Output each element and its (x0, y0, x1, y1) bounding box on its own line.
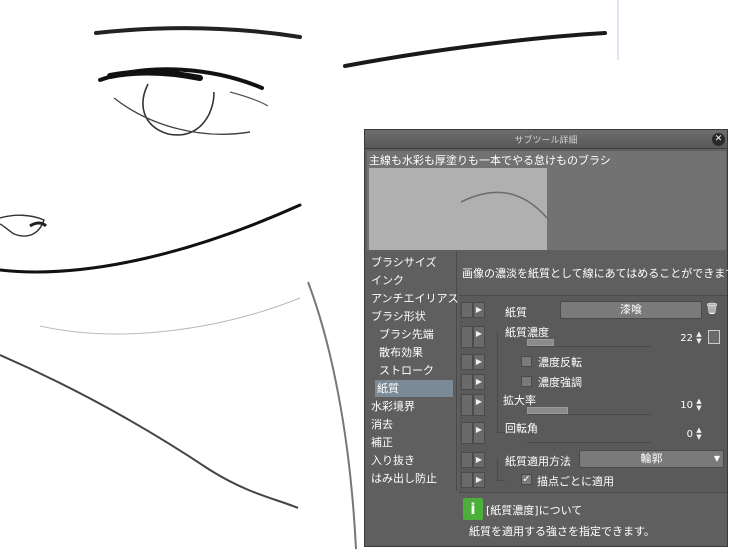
category-item[interactable]: アンチエイリアス (371, 290, 459, 307)
brush-stroke-preview (369, 168, 547, 250)
category-item[interactable]: 消去 (371, 416, 393, 433)
expand-arrow-icon[interactable]: ▶ (473, 354, 485, 370)
category-item[interactable]: ブラシ形状 (371, 308, 426, 325)
close-icon[interactable]: ✕ (712, 133, 725, 146)
density-slider-fill (528, 340, 553, 345)
category-item[interactable]: 水彩境界 (371, 398, 415, 415)
expand-arrow-icon[interactable]: ▶ (473, 326, 485, 348)
scale-slider[interactable] (527, 407, 568, 414)
panel-titlebar[interactable]: サブツール詳細 ✕ (365, 130, 727, 149)
scale-label: 拡大率 (503, 394, 536, 407)
apply-method-label: 紙質適用方法 (505, 455, 571, 468)
eye-lash (107, 69, 203, 81)
expand-arrow-icon[interactable]: ▶ (473, 422, 485, 444)
jaw-line (0, 203, 302, 274)
texture-properties: ▶ 紙質 漆喰 🗑 ▶ 紙質濃度 22 ▲ ▼ ▶ 濃度反転 ▶ 濃度強調 ▶ 拡… (459, 295, 727, 492)
eye-iris (142, 83, 215, 136)
scale-spinner[interactable]: ▲ ▼ (694, 398, 704, 412)
tree-connector (497, 432, 505, 433)
emphasize-checkbox[interactable] (521, 376, 532, 387)
lock-icon[interactable] (461, 374, 473, 390)
rotation-spinner[interactable]: ▲ ▼ (694, 427, 704, 441)
per-dab-checkbox[interactable]: ✓ (521, 474, 532, 485)
help-body: 紙質を適用する強さを指定できます。 (469, 525, 655, 538)
per-dab-label: 描点ごとに適用 (537, 475, 614, 488)
lock-icon[interactable] (461, 422, 473, 444)
lock-icon[interactable] (461, 302, 473, 318)
scale-slider-fill (528, 408, 567, 413)
texture-select[interactable]: 漆喰 (560, 301, 702, 319)
chevron-down-icon: ▼ (713, 454, 720, 463)
slider-baseline (527, 414, 651, 415)
brow-stroke-left (94, 26, 302, 39)
lock-icon[interactable] (461, 472, 473, 488)
invert-checkbox[interactable] (521, 356, 532, 367)
rotation-value: 0 (686, 429, 693, 440)
collar-line (0, 354, 299, 509)
pressure-icon[interactable] (708, 330, 720, 344)
brush-preview: 主線も水彩も厚塗りも一本でやる怠けものブラシ (367, 151, 726, 250)
category-item[interactable]: 紙質 (375, 380, 453, 397)
category-description: 画像の濃淡を紙質として線にあてはめることができます。 (462, 267, 732, 280)
tree-connector (497, 458, 498, 480)
apply-method-select[interactable]: 輪郭 ▼ (579, 450, 724, 468)
density-label: 紙質濃度 (505, 326, 549, 339)
lock-icon[interactable] (461, 394, 473, 416)
help-info-box: i [紙質濃度]について 紙質を適用する強さを指定できます。 (459, 492, 727, 546)
expand-arrow-icon[interactable]: ▶ (473, 302, 485, 318)
category-item[interactable]: ストローク (379, 362, 434, 379)
expand-arrow-icon[interactable]: ▶ (473, 374, 485, 390)
emphasize-label: 濃度強調 (538, 376, 582, 389)
lock-icon[interactable] (461, 326, 473, 348)
lock-icon[interactable] (461, 452, 473, 468)
category-item[interactable]: 入り抜き (371, 452, 415, 469)
expand-arrow-icon[interactable]: ▶ (473, 452, 485, 468)
panel-title: サブツール詳細 (514, 136, 578, 146)
sub-tool-detail-panel: サブツール詳細 ✕ 主線も水彩も厚塗りも一本でやる怠けものブラシ ブラシサイズイ… (364, 129, 732, 547)
scale-value: 10 (680, 400, 693, 411)
category-list: ブラシサイズ インク アンチエイリアス ブラシ形状 ブラシ先端 散布効果 ストローク 紙質 水彩… (367, 251, 459, 491)
density-slider[interactable] (527, 339, 554, 346)
slider-baseline (527, 442, 651, 443)
density-value: 22 (680, 333, 693, 344)
slider-baseline (527, 346, 651, 347)
info-icon: i (463, 498, 483, 520)
category-item[interactable]: 補正 (371, 434, 393, 451)
category-item[interactable]: ブラシサイズ (371, 254, 436, 271)
category-item[interactable]: インク (371, 272, 404, 289)
category-item[interactable]: はみ出し防止 (371, 470, 437, 487)
category-item[interactable]: ブラシ先端 (379, 326, 434, 343)
brush-name: 主線も水彩も厚塗りも一本でやる怠けものブラシ (369, 154, 611, 167)
invert-label: 濃度反転 (538, 356, 582, 369)
expand-arrow-icon[interactable]: ▶ (473, 394, 485, 416)
nose-shadow (29, 221, 48, 228)
texture-label: 紙質 (505, 306, 527, 319)
tree-connector (497, 332, 498, 432)
expand-arrow-icon[interactable]: ▶ (473, 472, 485, 488)
apply-method-value: 輪郭 (640, 452, 663, 465)
help-title: [紙質濃度]について (486, 504, 583, 517)
brow-stroke-right (343, 31, 607, 68)
trash-icon[interactable]: 🗑 (705, 302, 719, 318)
lock-icon[interactable] (461, 354, 473, 370)
neck-line-right (307, 281, 357, 550)
rotation-label: 回転角 (505, 422, 538, 435)
density-spinner[interactable]: ▲ ▼ (694, 331, 704, 345)
nose-stroke (0, 214, 45, 237)
tree-connector (497, 480, 505, 481)
category-item[interactable]: 散布効果 (379, 344, 423, 361)
eye-crease (229, 91, 269, 107)
eye-lower (113, 97, 251, 135)
neck-line-left (39, 297, 301, 335)
